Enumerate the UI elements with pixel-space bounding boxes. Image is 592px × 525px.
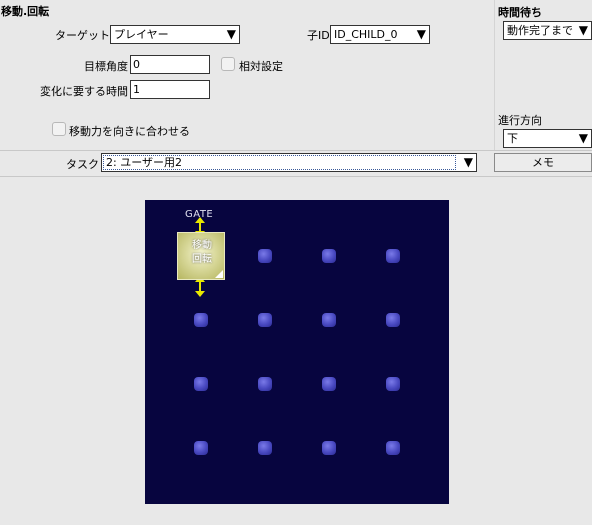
panel-title: 移動.回転 [1,5,50,18]
wait-label: 時間待ち [498,6,542,19]
map-node[interactable] [386,313,400,327]
dropdown-arrow-icon: ▼ [226,27,236,41]
duration-input[interactable]: 1 [130,80,210,99]
map-node[interactable] [322,249,336,263]
divider [0,176,592,177]
active-node-label-line2: 回転 [192,254,212,265]
map-node[interactable] [386,441,400,455]
target-select[interactable]: プレイヤー ▼ [110,25,240,44]
dropdown-arrow-icon: ▼ [416,27,426,41]
direction-select-value: 下 [507,132,518,145]
align-movement-checkbox[interactable] [52,122,66,136]
task-select-value: 2: ユーザー用2 [106,156,182,169]
map-node[interactable] [258,313,272,327]
map-node[interactable] [322,441,336,455]
map-node[interactable] [322,377,336,391]
duration-label: 変化に要する時間 [40,85,128,98]
active-node-move-rotate[interactable]: 移動 回転 [177,232,225,280]
direction-label: 進行方向 [498,114,542,127]
target-angle-input[interactable]: 0 [130,55,210,74]
dropdown-arrow-icon: ▼ [578,23,588,37]
align-movement-label: 移動力を向きに合わせる [69,125,190,138]
map-node[interactable] [322,313,336,327]
dropdown-arrow-icon: ▼ [463,155,473,169]
active-node-label-line1: 移動 [192,240,212,251]
map-node[interactable] [194,441,208,455]
wait-select[interactable]: 動作完了まで ▼ [503,21,592,40]
panel-divider [494,0,495,150]
map-node[interactable] [194,377,208,391]
map-node[interactable] [386,377,400,391]
relative-checkbox[interactable] [221,57,235,71]
divider [0,150,592,151]
corner-marker-icon [215,270,223,278]
wait-select-value: 動作完了まで [507,24,573,37]
direction-select[interactable]: 下 ▼ [503,129,592,148]
map-node[interactable] [194,313,208,327]
target-select-value: プレイヤー [114,28,169,41]
relative-label: 相対設定 [239,60,283,73]
target-label: ターゲット [55,29,110,42]
map-node[interactable] [258,377,272,391]
map-node[interactable] [258,441,272,455]
memo-button[interactable]: メモ [494,153,592,172]
child-id-label: 子ID [307,29,330,42]
child-id-select-value: ID_CHILD_0 [334,28,398,41]
map-node[interactable] [258,249,272,263]
map-node[interactable] [386,249,400,263]
child-id-select[interactable]: ID_CHILD_0 ▼ [330,25,430,44]
dropdown-arrow-icon: ▼ [578,131,588,145]
task-label: タスク [66,158,99,171]
target-angle-label: 目標角度 [84,60,128,73]
task-select[interactable]: 2: ユーザー用2 ▼ [101,153,477,172]
